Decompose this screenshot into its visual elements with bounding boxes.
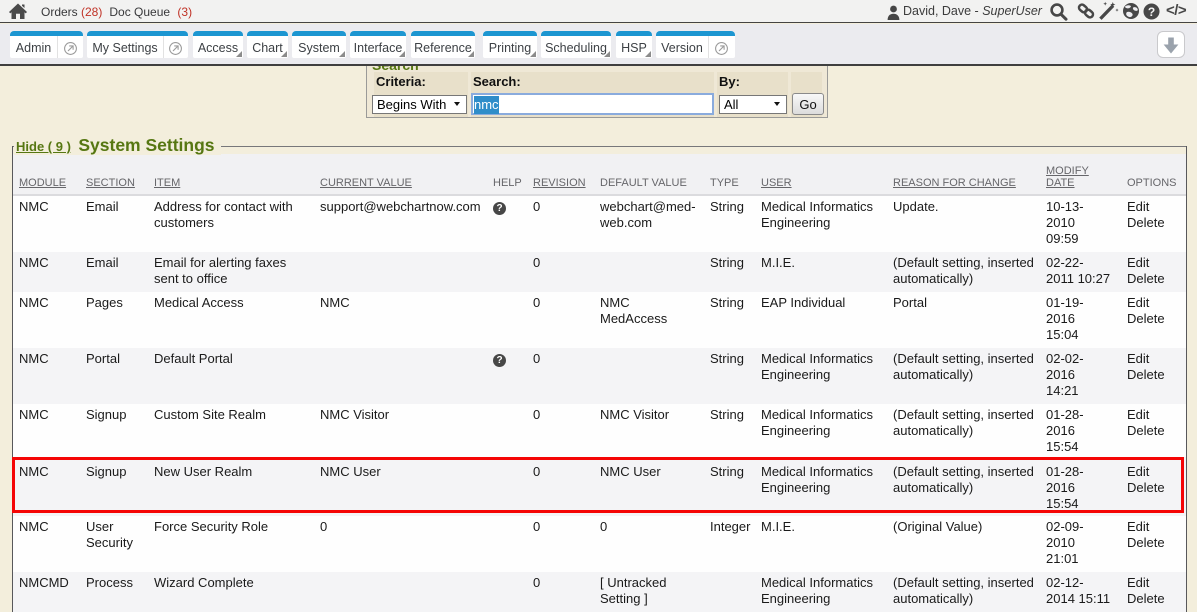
svg-text:?: ? (1148, 5, 1155, 19)
